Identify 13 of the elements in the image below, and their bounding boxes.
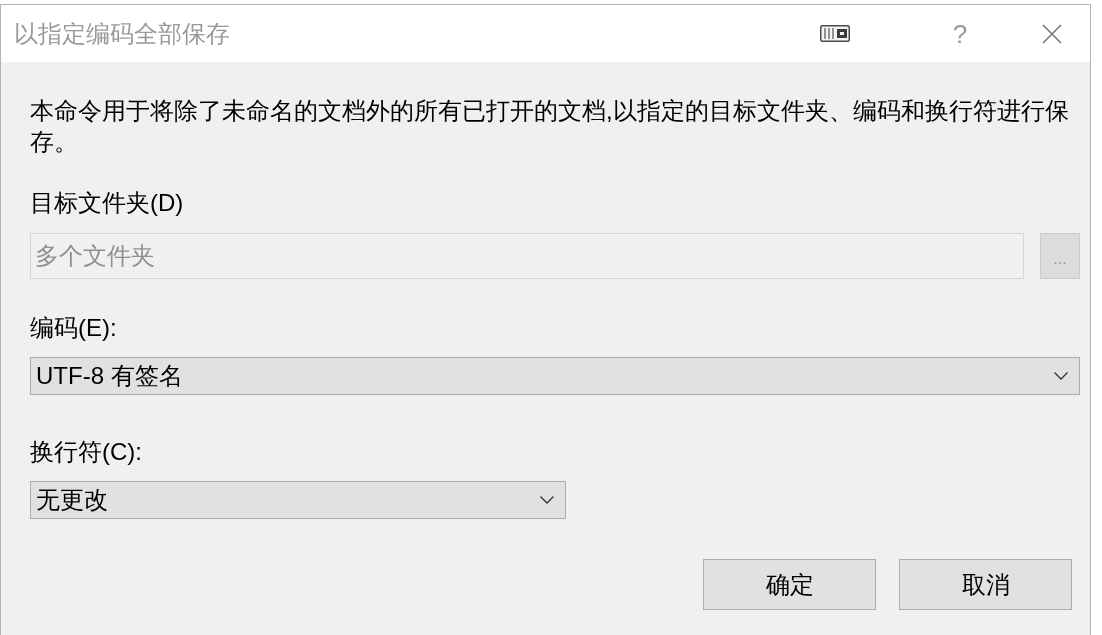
cancel-button[interactable]: 取消: [899, 559, 1072, 610]
encoding-dropdown[interactable]: UTF-8 有签名: [30, 357, 1080, 395]
ok-button[interactable]: 确定: [703, 559, 876, 610]
chevron-down-icon: [540, 496, 554, 504]
line-ending-dropdown[interactable]: 无更改: [30, 481, 566, 519]
panel-icon[interactable]: [820, 25, 850, 42]
window-title: 以指定编码全部保存: [14, 18, 230, 49]
close-icon: [1042, 23, 1062, 44]
encoding-label: 编码(E):: [30, 313, 117, 343]
line-ending-label: 换行符(C):: [30, 437, 142, 467]
folder-label: 目标文件夹(D): [30, 188, 184, 218]
description-text: 本命令用于将除了未命名的文档外的所有已打开的文档,以指定的目标文件夹、编码和换行符进行保存。: [30, 96, 1070, 157]
chevron-down-icon: [1054, 372, 1068, 380]
